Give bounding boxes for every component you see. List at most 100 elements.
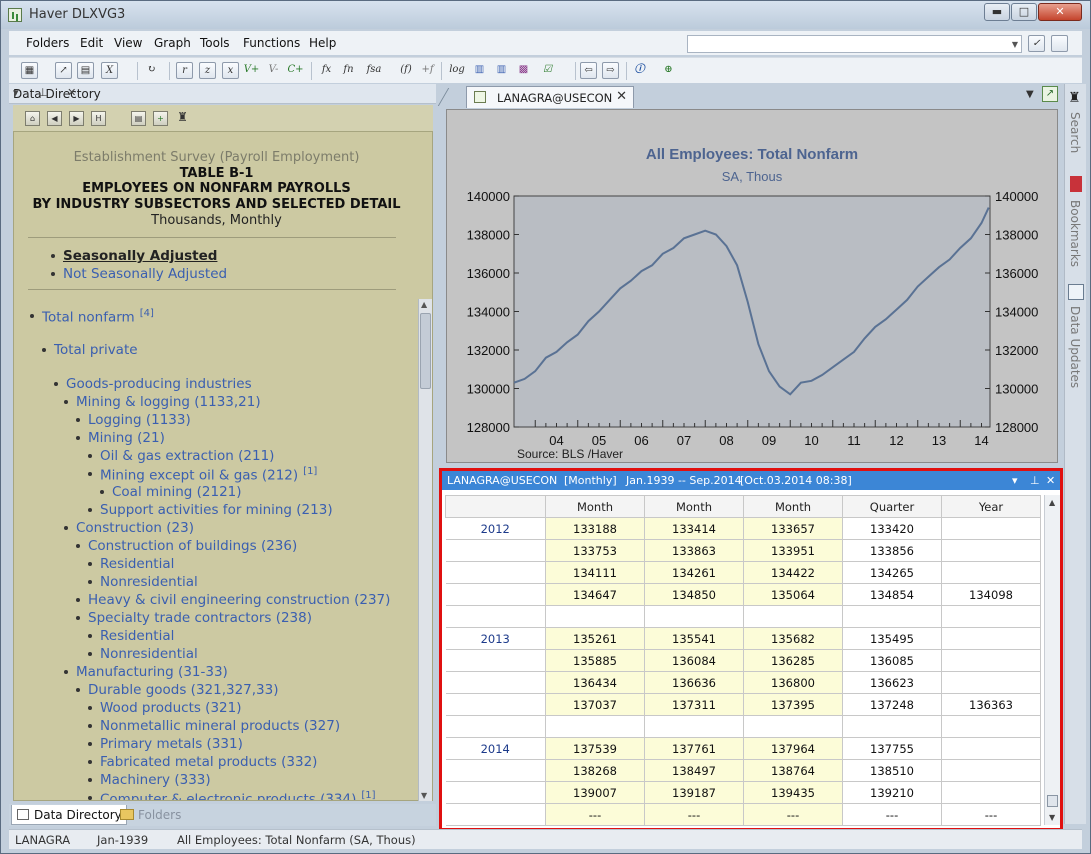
data-cell[interactable]: 138764 [743,759,843,782]
year-label[interactable] [445,583,546,606]
tree-item[interactable]: Mining (21) [76,430,165,446]
year-label[interactable]: 2014 [445,737,546,760]
tree-item[interactable]: Coal mining (2121) [100,484,242,500]
forward-arrow-icon[interactable]: ▶ [69,111,84,126]
year-label[interactable] [445,781,546,804]
data-cell[interactable] [941,671,1041,694]
tree-item[interactable]: Construction of buildings (236) [76,538,297,554]
data-cell[interactable]: 133188 [545,517,645,540]
back-icon[interactable]: ⇦ [580,62,597,79]
fsa-button[interactable]: fsa [363,62,385,79]
new-icon[interactable]: ▦ [21,62,38,79]
year-label[interactable]: 2012 [445,517,546,540]
forward-icon[interactable]: ⇨ [602,62,619,79]
data-cell[interactable]: 136363 [941,693,1041,716]
data-cell[interactable] [545,605,645,628]
data-cell[interactable]: 138510 [842,759,942,782]
tree-item[interactable]: Manufacturing (31-33) [64,664,228,680]
data-cell[interactable]: 133856 [842,539,942,562]
bar-chart-icon[interactable]: ▥ [471,62,488,79]
data-cell[interactable] [941,605,1041,628]
year-label[interactable] [445,803,546,826]
year-label[interactable] [445,539,546,562]
data-cell[interactable]: 137311 [644,693,744,716]
binoculars-icon[interactable]: ♜ [175,111,190,126]
data-cell[interactable]: --- [644,803,744,826]
menu-help[interactable]: Help [309,36,336,50]
close-tab-icon[interactable]: ✕ [616,89,627,104]
panel-controls[interactable]: ▾ ⊥ ✕ [13,86,432,99]
data-cell[interactable]: 139007 [545,781,645,804]
tree-item[interactable]: Mining except oil & gas (212) [1] [88,466,317,484]
tree-item[interactable]: Total nonfarm [4] [30,308,154,326]
tree-item[interactable]: Durable goods (321,327,33) [76,682,279,698]
tree-item[interactable]: Heavy & civil engineering construction (… [76,592,390,608]
tree-item[interactable]: Logging (1133) [76,412,191,428]
tab-list-chevron-icon[interactable]: ▼ [1026,89,1034,100]
menu-edit[interactable]: Edit [80,36,103,50]
data-cell[interactable] [743,715,843,738]
option-not-seasonally-adjusted[interactable]: Not Seasonally Adjusted [51,266,227,282]
check-icon[interactable]: ✓ [1028,35,1045,52]
tree-item[interactable]: Nonresidential [88,574,198,590]
add-series-icon[interactable]: + [153,111,168,126]
tree-item[interactable]: Primary metals (331) [88,736,243,752]
data-cell[interactable]: 135885 [545,649,645,672]
data-cell[interactable] [941,649,1041,672]
column-header[interactable]: Month [743,495,843,518]
menu-graph[interactable]: Graph [154,36,191,50]
data-cell[interactable]: 135495 [842,627,942,650]
menu-functions[interactable]: Functions [243,36,300,50]
scroll-up-icon[interactable]: ▲ [1049,498,1055,507]
data-cell[interactable]: 135682 [743,627,843,650]
tree-item[interactable]: Goods-producing industries [54,376,252,392]
data-cell[interactable] [644,715,744,738]
data-cell[interactable] [545,715,645,738]
log-button[interactable]: log [447,62,467,79]
data-cell[interactable]: 136800 [743,671,843,694]
z-button[interactable]: z [199,62,216,79]
data-cell[interactable] [941,781,1041,804]
year-label[interactable] [445,715,546,738]
data-cell[interactable]: 138497 [644,759,744,782]
year-label[interactable] [445,693,546,716]
scroll-thumb[interactable] [420,313,431,389]
tree-item[interactable]: Total private [42,342,138,358]
tree-item[interactable]: Fabricated metal products (332) [88,754,317,770]
tab-data-updates[interactable]: Data Updates [1068,306,1082,388]
tree-item[interactable]: Oil & gas extraction (211) [88,448,274,464]
data-cell[interactable]: 135261 [545,627,645,650]
data-cell[interactable]: 137037 [545,693,645,716]
column-header[interactable]: Year [941,495,1041,518]
scroll-thumb[interactable] [1047,795,1058,807]
column-header[interactable] [445,495,546,518]
data-cell[interactable]: 136085 [842,649,942,672]
fn-button[interactable]: fn [340,62,357,79]
footnote-ref[interactable]: [4] [140,308,154,319]
data-cell[interactable]: --- [842,803,942,826]
data-cell[interactable]: 137539 [545,737,645,760]
data-cell[interactable]: 136084 [644,649,744,672]
chart-icon[interactable]: ↗ [55,62,72,79]
data-cell[interactable]: 133753 [545,539,645,562]
info-icon[interactable]: ⓘ [631,62,648,79]
data-cell[interactable] [842,715,942,738]
new-chart-icon[interactable]: ↗ [1042,86,1058,102]
fx-button[interactable]: fx [318,62,335,79]
menu-view[interactable]: View [114,36,142,50]
back-arrow-icon[interactable]: ◀ [47,111,62,126]
scroll-down-icon[interactable]: ▼ [421,791,427,800]
data-cell[interactable] [941,737,1041,760]
menu-folders[interactable]: Folders [26,36,69,50]
plus-f-button[interactable]: +f [419,62,436,79]
tree-item[interactable]: Nonresidential [88,646,198,662]
c-plus-button[interactable]: C+ [287,62,304,79]
data-cell[interactable]: 137964 [743,737,843,760]
grid-menu-chevron-icon[interactable]: ▾ [1012,474,1018,487]
data-cell[interactable] [941,759,1041,782]
minimize-button[interactable]: ▬ [984,3,1010,21]
close-window-button[interactable]: ✕ [1038,3,1082,21]
data-updates-icon[interactable] [1068,284,1084,300]
directory-scrollbar[interactable]: ▲ ▼ [418,299,432,801]
tab-folders[interactable]: Folders [116,805,185,825]
